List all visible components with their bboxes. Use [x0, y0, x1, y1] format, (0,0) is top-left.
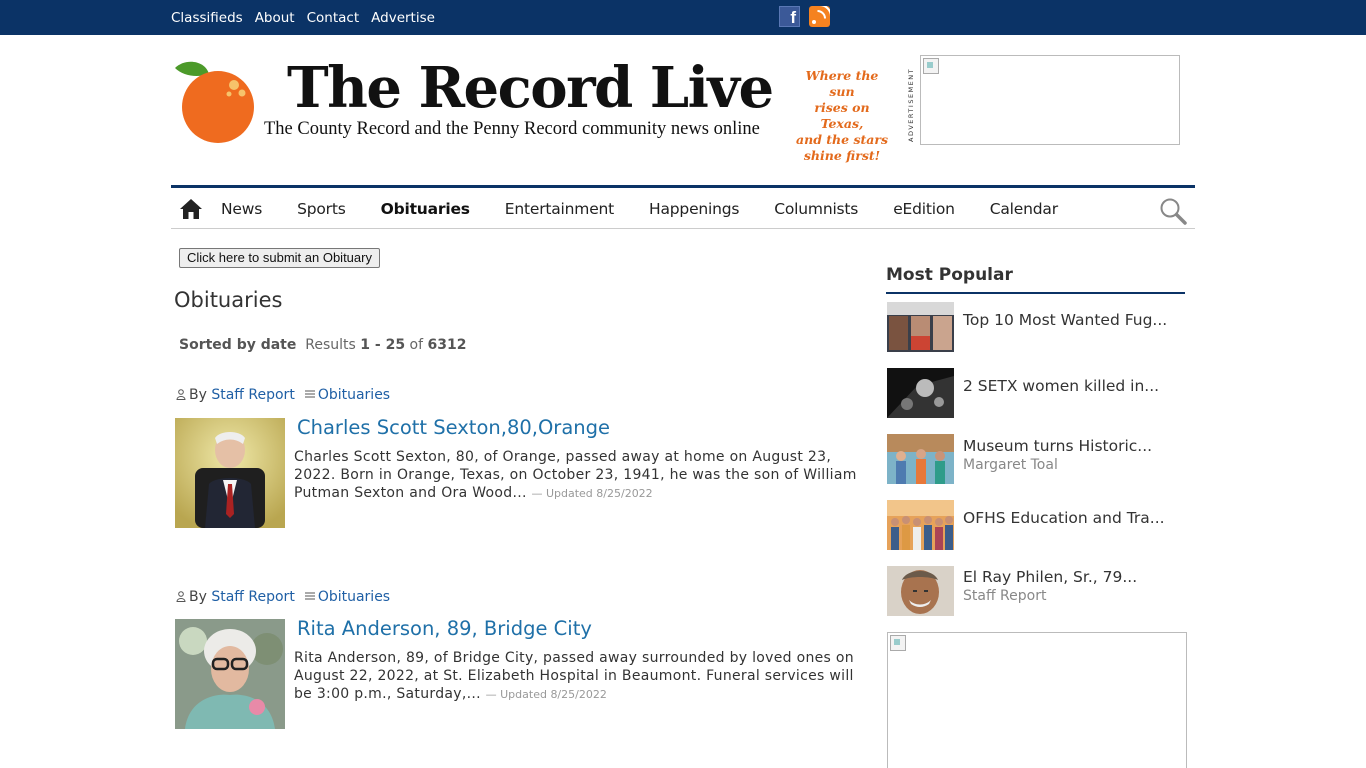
advertisement-label-text: ADVERTISEMENT	[907, 67, 915, 142]
popular-title[interactable]: 2 SETX women killed in...	[963, 377, 1159, 395]
results-of: of	[409, 337, 424, 353]
by-prefix: By	[189, 387, 207, 403]
nav-item-happenings[interactable]: Happenings	[649, 200, 739, 218]
popular-thumbnail[interactable]	[887, 302, 954, 352]
facebook-icon[interactable]: f	[779, 6, 800, 27]
sort-label: Sorted by date	[179, 337, 297, 353]
broken-image-icon	[923, 58, 939, 74]
results-prefix: Results	[305, 337, 356, 353]
nav-item-eedition[interactable]: eEdition	[893, 200, 955, 218]
article-updated: — Updated 8/25/2022	[531, 487, 653, 500]
tagline: Where the sun rises on Texas, and the st…	[792, 68, 892, 164]
results-summary: Sorted by date Results 1 - 25 of 6312	[179, 337, 466, 353]
article-card: By Staff Report Obituaries Charles Scott …	[174, 387, 864, 532]
popular-item[interactable]: El Ray Philen, Sr., 79... Staff Report	[886, 566, 1186, 616]
article-summary: Charles Scott Sexton, 80, of Orange, pas…	[294, 448, 859, 503]
byline: By Staff Report Obituaries	[176, 589, 390, 605]
results-range: 1 - 25	[360, 337, 406, 353]
home-icon[interactable]	[179, 198, 203, 220]
popular-thumbnail[interactable]	[887, 566, 954, 616]
popular-author[interactable]: Staff Report	[963, 588, 1046, 604]
popular-item[interactable]: OFHS Education and Tra...	[886, 500, 1186, 550]
popular-title[interactable]: Museum turns Historic...	[963, 437, 1152, 455]
popular-title[interactable]: OFHS Education and Tra...	[963, 509, 1165, 527]
tagline-line: shine first!	[803, 148, 881, 163]
nav-item-calendar[interactable]: Calendar	[990, 200, 1058, 218]
nav-item-entertainment[interactable]: Entertainment	[505, 200, 614, 218]
popular-thumbnail[interactable]	[887, 368, 954, 418]
orange-logo-icon[interactable]	[171, 58, 257, 144]
tagline-line: rises on Texas,	[814, 100, 870, 131]
popular-title[interactable]: El Ray Philen, Sr., 79...	[963, 568, 1137, 586]
site-subtitle: The County Record and the Penny Record c…	[264, 119, 760, 139]
popular-item[interactable]: Museum turns Historic... Margaret Toal	[886, 434, 1186, 484]
page-title: Obituaries	[174, 288, 283, 312]
site-title[interactable]: The Record Live	[287, 55, 774, 121]
popular-thumbnail[interactable]	[887, 434, 954, 484]
popular-title[interactable]: Top 10 Most Wanted Fug...	[963, 311, 1167, 329]
broken-image-icon	[890, 635, 906, 651]
sidebar-ad[interactable]	[887, 632, 1187, 768]
top-nav: Classifieds About Contact Advertise	[171, 0, 435, 35]
list-icon	[304, 390, 315, 398]
rss-icon[interactable]	[809, 6, 830, 27]
top-bar: Classifieds About Contact Advertise f	[0, 0, 1366, 35]
user-icon	[176, 389, 186, 400]
main-nav: News Sports Obituaries Entertainment Hap…	[171, 185, 1195, 229]
advertisement-label: ADVERTISEMENT	[905, 60, 921, 142]
author-link[interactable]: Staff Report	[211, 589, 294, 605]
top-ad-banner[interactable]	[920, 55, 1180, 145]
article-headline[interactable]: Charles Scott Sexton,80,Orange	[297, 416, 610, 439]
most-popular-heading: Most Popular	[886, 265, 1185, 294]
popular-item[interactable]: 2 SETX women killed in...	[886, 368, 1186, 418]
article-card: By Staff Report Obituaries Rita Anderson,…	[174, 589, 864, 734]
nav-item-sports[interactable]: Sports	[297, 200, 346, 218]
search-icon[interactable]	[1159, 197, 1187, 225]
popular-item[interactable]: Top 10 Most Wanted Fug...	[886, 302, 1186, 352]
tagline-line: and the stars	[796, 132, 888, 147]
nav-items: News Sports Obituaries Entertainment Hap…	[221, 188, 1093, 229]
article-thumbnail[interactable]	[175, 418, 285, 528]
user-icon	[176, 591, 186, 602]
tagline-line: Where the sun	[805, 68, 879, 99]
article-thumbnail[interactable]	[175, 619, 285, 729]
contact-link[interactable]: Contact	[307, 10, 360, 26]
article-headline[interactable]: Rita Anderson, 89, Bridge City	[297, 617, 592, 640]
article-updated: — Updated 8/25/2022	[485, 688, 607, 701]
section-link[interactable]: Obituaries	[318, 387, 390, 403]
advertise-link[interactable]: Advertise	[371, 10, 435, 26]
nav-item-news[interactable]: News	[221, 200, 262, 218]
section-link[interactable]: Obituaries	[318, 589, 390, 605]
nav-item-columnists[interactable]: Columnists	[774, 200, 858, 218]
popular-thumbnail[interactable]	[887, 500, 954, 550]
article-summary: Rita Anderson, 89, of Bridge City, passe…	[294, 649, 859, 704]
byline: By Staff Report Obituaries	[176, 387, 390, 403]
by-prefix: By	[189, 589, 207, 605]
submit-obituary-button[interactable]: Click here to submit an Obituary	[179, 248, 380, 268]
popular-author[interactable]: Margaret Toal	[963, 457, 1058, 473]
author-link[interactable]: Staff Report	[211, 387, 294, 403]
about-link[interactable]: About	[255, 10, 295, 26]
list-icon	[304, 592, 315, 600]
classifieds-link[interactable]: Classifieds	[171, 10, 243, 26]
social-links: f	[779, 6, 830, 27]
results-total: 6312	[427, 337, 467, 353]
nav-item-obituaries[interactable]: Obituaries	[381, 200, 470, 218]
